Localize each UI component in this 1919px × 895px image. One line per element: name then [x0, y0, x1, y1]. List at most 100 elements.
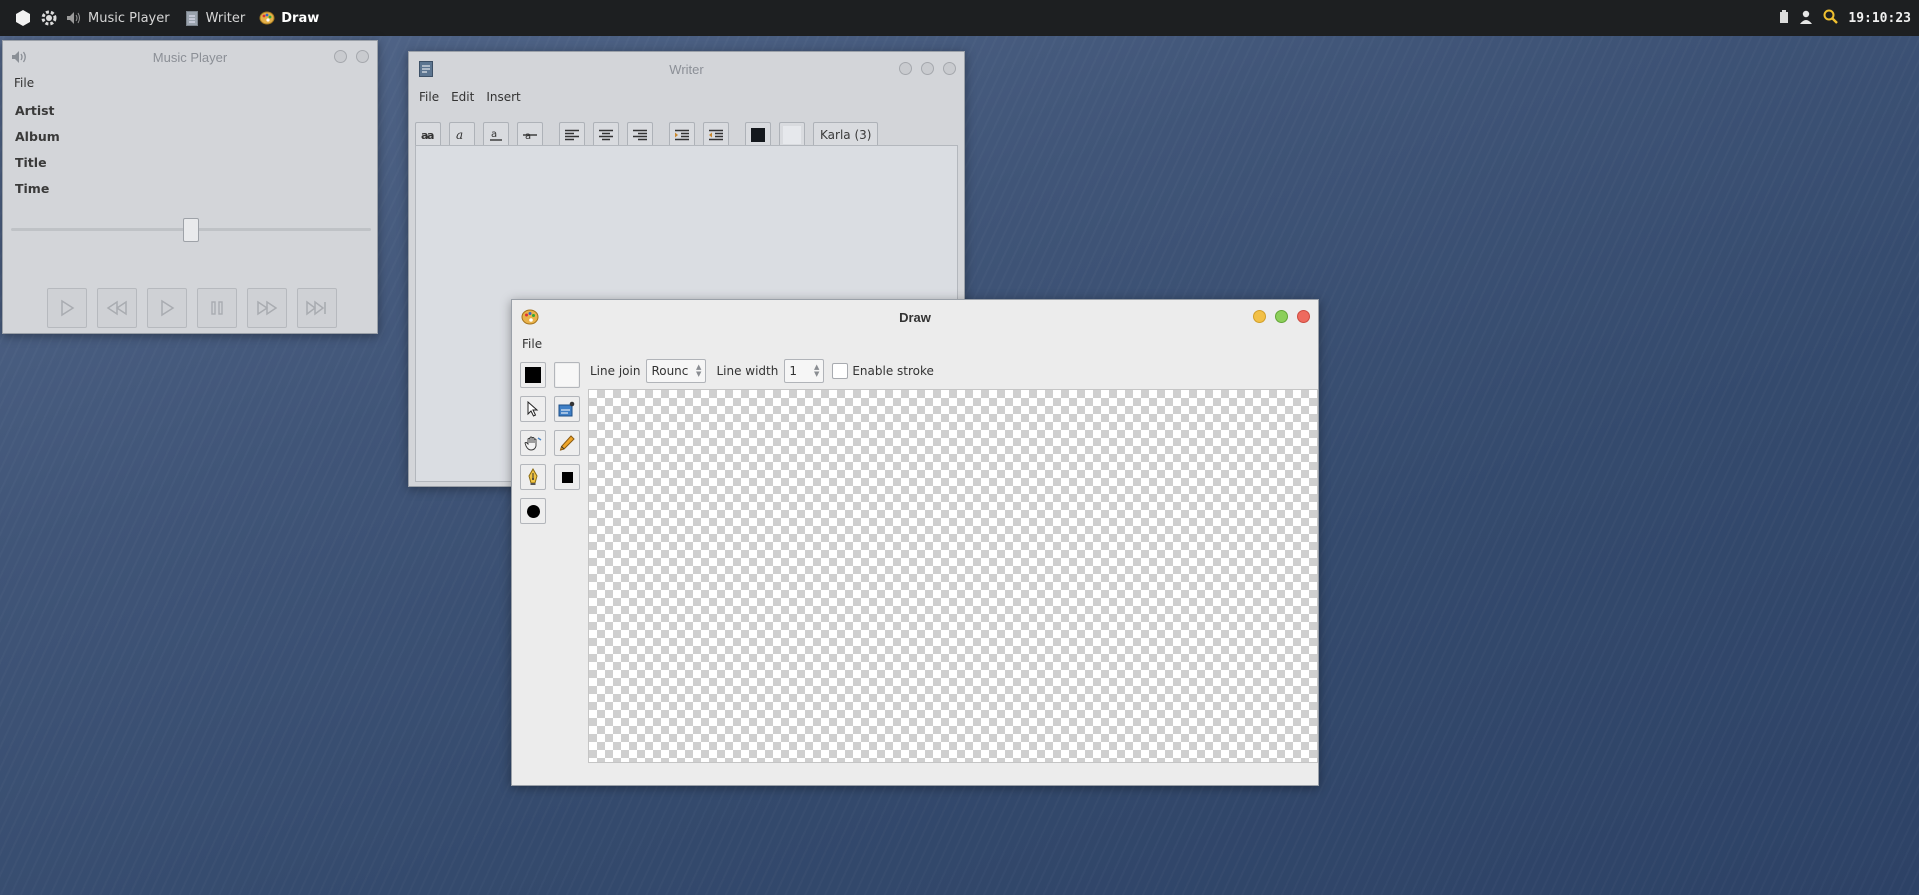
window-title: Writer [669, 61, 704, 77]
battery-icon[interactable] [1779, 9, 1789, 27]
speaker-icon [66, 10, 82, 26]
menu-file[interactable]: File [419, 90, 439, 104]
fast-forward-button[interactable] [247, 288, 287, 328]
taskbar-label: Music Player [88, 10, 170, 26]
titlebar[interactable]: Draw [512, 300, 1318, 334]
white-swatch-icon [556, 364, 578, 386]
white-swatch-icon [783, 126, 801, 144]
up-down-arrows-icon: ▲ ▼ [696, 363, 702, 378]
minimize-button[interactable] [899, 62, 912, 75]
line-join-value: Rounc [651, 364, 689, 378]
outdent-icon [709, 129, 723, 141]
play-button-2[interactable] [147, 288, 187, 328]
taskbar-label: Draw [281, 10, 320, 26]
rewind-icon [106, 300, 127, 316]
pen-tool-button[interactable] [520, 464, 546, 490]
close-button[interactable] [356, 50, 369, 63]
svg-text:a: a [456, 129, 463, 141]
palette-icon [259, 10, 275, 26]
up-down-arrows-icon: ▲ ▼ [813, 363, 820, 378]
close-button[interactable] [1297, 310, 1310, 323]
window-controls [334, 50, 369, 63]
black-swatch-icon [751, 128, 765, 142]
skip-end-icon [306, 300, 326, 316]
line-width-spinner[interactable]: 1 ▲ ▼ [784, 359, 825, 383]
album-label: Album [15, 129, 60, 144]
draw-window: Draw File Line join Rounc ▲ ▼ Line width… [511, 299, 1319, 786]
menu-edit[interactable]: Edit [451, 90, 474, 104]
clock[interactable]: 19:10:23 [1848, 11, 1911, 26]
drawing-canvas[interactable] [588, 389, 1318, 763]
menubar: File [512, 334, 1318, 354]
play-icon [161, 299, 175, 317]
title-label: Title [15, 155, 47, 170]
settings-gear-icon[interactable] [36, 0, 62, 36]
italic-icon: a [456, 129, 463, 141]
minimize-button[interactable] [1253, 310, 1266, 323]
speaker-icon [11, 49, 27, 65]
fill-color-button[interactable] [520, 362, 546, 388]
align-center-icon [599, 129, 613, 141]
line-join-label: Line join [590, 364, 641, 378]
enable-stroke-label: Enable stroke [852, 364, 934, 378]
tool-options-bar: Line join Rounc ▲ ▼ Line width 1 ▲ ▼ Enabl… [590, 359, 934, 383]
pause-button[interactable] [197, 288, 237, 328]
tool-palette [520, 362, 580, 524]
menubar: File Edit Insert [409, 86, 964, 108]
artist-label: Artist [15, 103, 55, 118]
pencil-icon [559, 435, 575, 451]
playback-controls [47, 288, 337, 328]
ellipse-tool-button[interactable] [520, 498, 546, 524]
svg-text:a: a [491, 129, 497, 140]
maximize-button[interactable] [921, 62, 934, 75]
palette-icon [521, 308, 539, 325]
pen-nib-icon [528, 468, 538, 485]
image-tool-button[interactable] [554, 396, 580, 422]
pencil-tool-button[interactable] [554, 430, 580, 456]
line-join-select[interactable]: Rounc ▲ ▼ [646, 359, 707, 383]
indent-icon [675, 129, 689, 141]
user-icon[interactable] [1799, 10, 1813, 27]
select-tool-button[interactable] [520, 396, 546, 422]
line-width-value: 1 [789, 364, 797, 378]
music-player-window: Music Player File Artist Album Title Tim… [2, 40, 378, 334]
square-icon [561, 471, 573, 483]
window-controls [1253, 310, 1310, 323]
activities-icon[interactable] [0, 0, 36, 36]
bold-icon: aa [421, 129, 434, 141]
hand-icon [524, 436, 542, 451]
seek-slider-handle[interactable] [183, 218, 199, 242]
stroke-color-button[interactable] [554, 362, 580, 388]
window-controls [899, 62, 956, 75]
menubar: File [3, 73, 377, 93]
pointer-icon [527, 401, 539, 417]
align-left-icon [565, 129, 579, 141]
search-icon[interactable] [1823, 9, 1839, 27]
play-icon [61, 299, 75, 317]
pan-tool-button[interactable] [520, 430, 546, 456]
titlebar[interactable]: Music Player [3, 41, 377, 73]
menu-insert[interactable]: Insert [486, 90, 520, 104]
time-label: Time [15, 181, 50, 196]
strikethrough-icon: a [523, 131, 537, 141]
svg-text:a: a [525, 131, 531, 141]
minimize-button[interactable] [334, 50, 347, 63]
close-button[interactable] [943, 62, 956, 75]
taskbar-draw[interactable]: Draw [255, 0, 323, 36]
enable-stroke-checkbox[interactable] [832, 363, 849, 379]
underline-icon: a [490, 129, 502, 141]
maximize-button[interactable] [1275, 310, 1288, 323]
menu-file[interactable]: File [14, 76, 34, 90]
circle-icon [526, 504, 540, 518]
rewind-button[interactable] [97, 288, 137, 328]
document-icon [184, 10, 200, 26]
play-button[interactable] [47, 288, 87, 328]
menu-file[interactable]: File [522, 337, 542, 351]
taskbar-music-player[interactable]: Music Player [62, 0, 174, 36]
taskbar-writer[interactable]: Writer [180, 0, 250, 36]
skip-end-button[interactable] [297, 288, 337, 328]
rectangle-tool-button[interactable] [554, 464, 580, 490]
pause-icon [211, 301, 223, 315]
titlebar[interactable]: Writer [409, 52, 964, 86]
black-swatch-icon [525, 367, 541, 383]
